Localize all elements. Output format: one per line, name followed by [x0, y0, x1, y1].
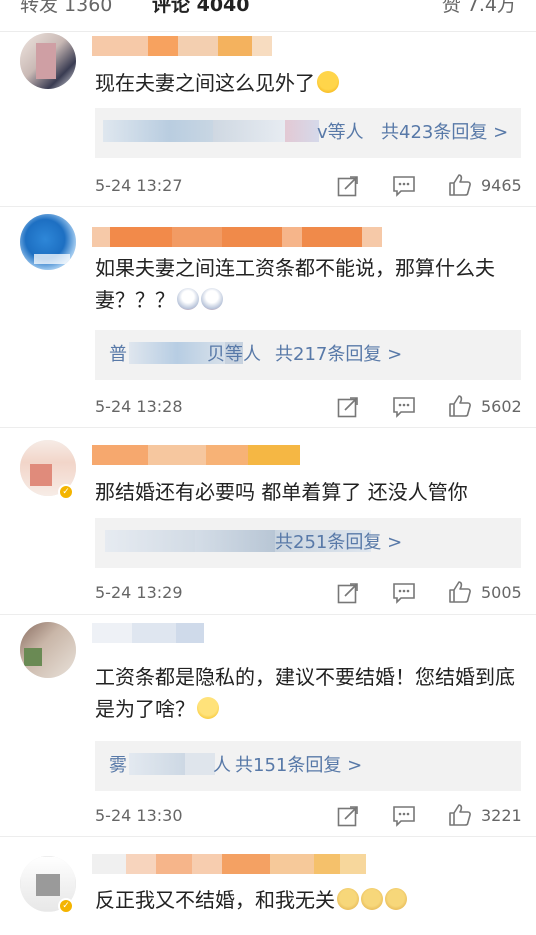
share-icon[interactable] [337, 805, 359, 827]
username-blurred[interactable] [92, 854, 366, 874]
shocked-emoji-icon [177, 288, 199, 310]
username-blurred[interactable] [92, 36, 272, 56]
username-blurred[interactable] [92, 445, 300, 465]
thumbs-up-icon[interactable] [448, 394, 472, 418]
comment-meta: 5-24 13:27 9465 [95, 171, 523, 201]
reply-count-link[interactable]: 共251条回复 > [275, 518, 402, 568]
reply-count-link[interactable]: 共151条回复 > [235, 741, 362, 791]
comment-icon[interactable] [392, 805, 416, 827]
username-blurred[interactable] [92, 623, 204, 643]
tab-repost[interactable]: 转发 1360 [20, 0, 112, 17]
reply-count-link[interactable]: 共423条回复 > [381, 108, 508, 158]
comment-time: 5-24 13:29 [95, 583, 183, 602]
reply-users-blurred [185, 753, 215, 775]
reply-summary[interactable]: 普 贝等人 共217条回复 > [95, 330, 521, 380]
comment-meta: 5-24 13:29 5005 [95, 578, 523, 608]
divider [0, 614, 536, 615]
comment-time: 5-24 13:27 [95, 176, 183, 195]
like-count: 3221 [481, 806, 522, 825]
divider [0, 206, 536, 207]
comment-text: 反正我又不结婚，和我无关 [95, 884, 515, 916]
reply-users-prefix: 普 [109, 344, 127, 365]
verified-badge: ✓ [58, 484, 74, 500]
thumbs-up-icon[interactable] [448, 580, 472, 604]
reply-users-blurred [103, 120, 213, 142]
divider [0, 427, 536, 428]
share-icon[interactable] [337, 396, 359, 418]
comment-text: 如果夫妻之间连工资条都不能说，那算什么夫妻？？？ [95, 256, 495, 312]
reply-users-suffix: v等人 [317, 122, 364, 143]
like-count: 9465 [481, 176, 522, 195]
thumbs-up-icon[interactable] [448, 173, 472, 197]
reply-users-suffix: 人 [213, 755, 231, 776]
verified-badge: ✓ [58, 898, 74, 914]
reply-count-link[interactable]: 共217条回复 > [275, 330, 402, 380]
comment-text: 那结婚还有必要吗 都单着算了 还没人管你 [95, 480, 468, 504]
reply-users-blurred [195, 530, 275, 552]
like-count: 5005 [481, 583, 522, 602]
comment-meta: 5-24 13:28 5602 [95, 392, 523, 422]
doge-emoji-icon [337, 888, 359, 910]
shocked-emoji-icon [201, 288, 223, 310]
divider [0, 836, 536, 837]
comment-text: 现在夫妻之间这么见外了 [95, 67, 515, 99]
comment-meta: 5-24 13:30 3221 [95, 801, 523, 831]
reply-users-prefix: 雾 [109, 755, 127, 776]
reply-summary[interactable]: v等人 共423条回复 > [95, 108, 521, 158]
reply-summary[interactable]: 共251条回复 > [95, 518, 521, 568]
reply-summary[interactable]: 雾 人 共151条回复 > [95, 741, 521, 791]
username-blurred[interactable] [92, 227, 382, 247]
comment-time: 5-24 13:28 [95, 397, 183, 416]
share-icon[interactable] [337, 582, 359, 604]
avatar[interactable] [20, 33, 76, 89]
comment-time: 5-24 13:30 [95, 806, 183, 825]
tab-likes[interactable]: 赞 7.4万 [442, 0, 516, 17]
reply-users-suffix: 贝等人 [207, 344, 261, 365]
tab-comments[interactable]: 评论 4040 [152, 0, 250, 17]
avatar[interactable] [20, 622, 76, 678]
thumbs-up-icon[interactable] [448, 803, 472, 827]
grin-emoji-icon [197, 697, 219, 719]
comment-icon[interactable] [392, 396, 416, 418]
like-count: 5602 [481, 397, 522, 416]
share-icon[interactable] [337, 175, 359, 197]
reply-users-blurred [285, 120, 319, 142]
doge-emoji-icon [361, 888, 383, 910]
avatar[interactable] [20, 214, 76, 270]
comment-header-tabs: 转发 1360 评论 4040 赞 7.4万 [0, 0, 536, 32]
reply-users-blurred [129, 753, 185, 775]
comment-icon[interactable] [392, 175, 416, 197]
reply-users-blurred [105, 530, 195, 552]
comment-icon[interactable] [392, 582, 416, 604]
laugh-cry-emoji-icon [317, 71, 339, 93]
reply-users-blurred [213, 120, 285, 142]
comment-text: 工资条都是隐私的，建议不要结婚！您结婚到底是为了啥？ [95, 665, 515, 721]
doge-emoji-icon [385, 888, 407, 910]
